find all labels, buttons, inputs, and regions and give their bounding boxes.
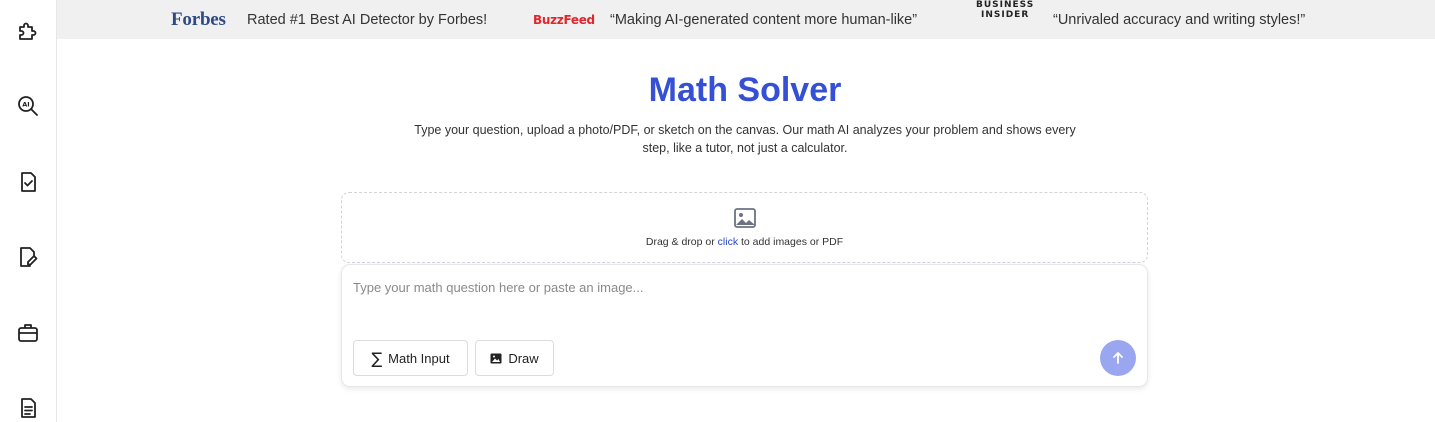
dropzone-text: Drag & drop or click to add images or PD… <box>342 236 1147 248</box>
question-input-card: ∑ Math Input Draw <box>341 264 1148 387</box>
buzzfeed-quote: “Making AI-generated content more human-… <box>610 11 918 28</box>
dropzone-text-after: to add images or PDF <box>738 236 844 248</box>
bi-logo-line1: BUSINESS <box>976 0 1035 10</box>
business-insider-logo: BUSINESS INSIDER <box>976 0 1034 39</box>
arrow-up-icon <box>1113 352 1123 364</box>
math-input-label: Math Input <box>388 350 450 366</box>
draw-button[interactable]: Draw <box>475 340 554 376</box>
page-title: Math Solver <box>648 71 842 109</box>
picture-icon <box>490 353 502 363</box>
math-question-input[interactable] <box>353 276 1133 298</box>
bi-logo-line2: INSIDER <box>980 10 1030 20</box>
submit-button[interactable] <box>1100 340 1136 376</box>
math-input-button[interactable]: ∑ Math Input <box>353 340 468 376</box>
draw-label: Draw <box>508 350 539 366</box>
checklist-document-icon[interactable] <box>14 168 42 196</box>
file-dropzone[interactable]: Drag & drop or click to add images or PD… <box>341 192 1148 263</box>
document-edit-icon[interactable] <box>14 243 42 271</box>
dropzone-click-link[interactable]: click <box>718 236 738 248</box>
image-icon <box>734 208 756 228</box>
puzzle-icon[interactable] <box>14 17 42 45</box>
press-banner: Forbes Rated #1 Best AI Detector by Forb… <box>57 0 1435 39</box>
page-subtitle: Type your question, upload a photo/PDF, … <box>414 123 1076 155</box>
text-document-icon[interactable] <box>14 394 42 422</box>
briefcase-icon[interactable] <box>14 319 42 347</box>
dropzone-text-before: Drag & drop or <box>645 236 718 248</box>
sigma-icon: ∑ <box>371 348 383 368</box>
buzzfeed-logo: BuzzFeed <box>533 12 595 27</box>
forbes-quote: Rated #1 Best AI Detector by Forbes! <box>247 11 488 28</box>
forbes-logo: Forbes <box>171 8 226 30</box>
sidebar: AI <box>0 0 57 422</box>
business-insider-quote: “Unrivaled accuracy and writing styles!” <box>1053 11 1306 28</box>
